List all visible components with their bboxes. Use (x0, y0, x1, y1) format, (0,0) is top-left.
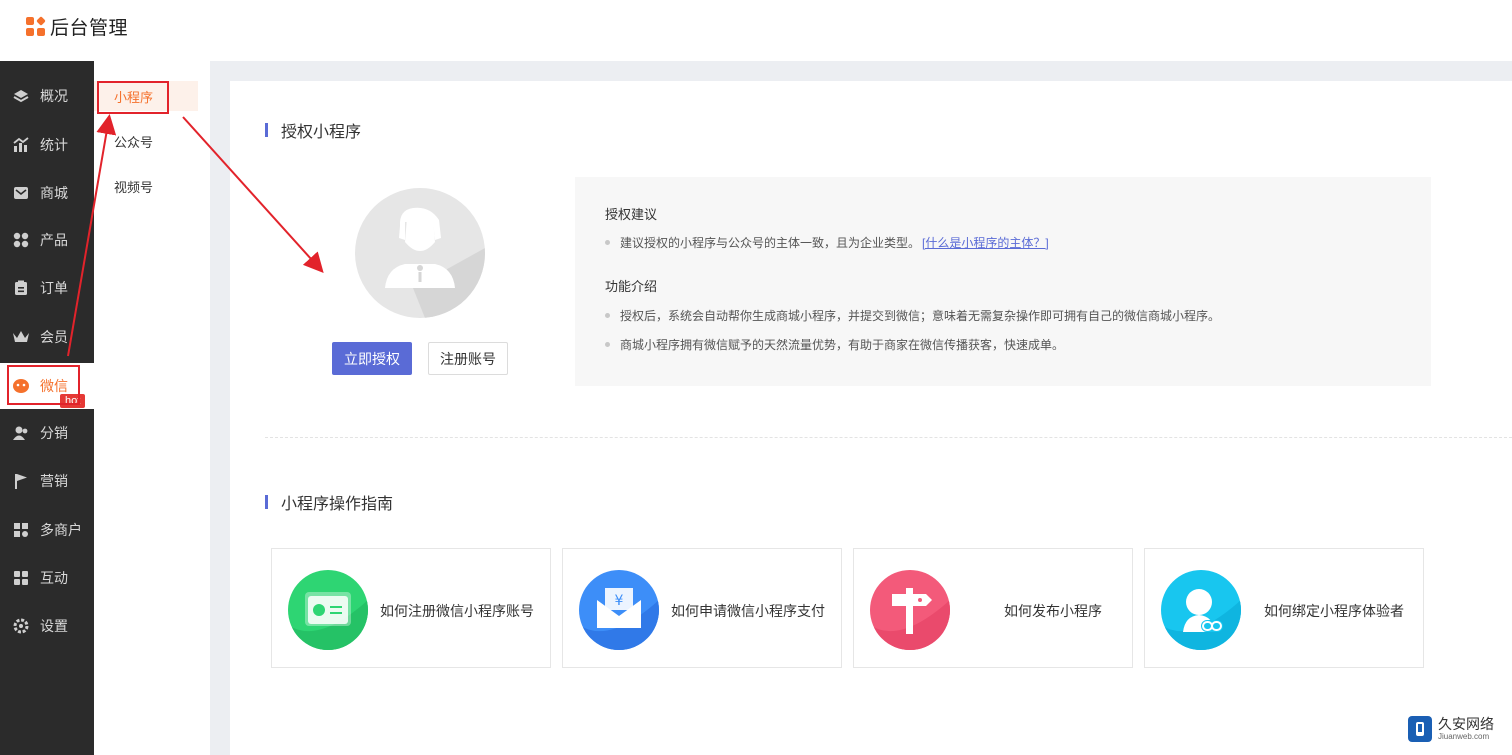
subnav-item-official-account[interactable]: 公众号 (94, 126, 198, 156)
avatar-placeholder (355, 188, 485, 318)
app-title: 后台管理 (50, 18, 129, 39)
guide-card-payment[interactable]: ¥ 如何申请微信小程序支付 (562, 548, 842, 668)
sidebar-item-members[interactable]: 会员 (0, 314, 94, 360)
sidebar-item-label: 商城 (40, 185, 68, 201)
sidebar-item-marketing[interactable]: 营销 (0, 458, 94, 504)
main-panel: 授权小程序 立即授权 注册账号 授权建议 建议授权的小程序与公众号的主体一致，且… (230, 81, 1512, 755)
guide-card-label: 如何申请微信小程序支付 (671, 603, 825, 619)
signpost-icon (870, 570, 950, 650)
feature-item: 授权后，系统会自动帮你生成商城小程序，并提交到微信；意味着无需复杂操作即可拥有自… (605, 307, 1220, 324)
sidebar-item-label: 营销 (40, 473, 68, 489)
users-icon (12, 424, 30, 442)
sidebar-item-label: 设置 (40, 618, 68, 634)
sidebar-item-overview[interactable]: 概况 (0, 73, 94, 119)
sidebar-item-distribution[interactable]: 分销 (0, 410, 94, 456)
guide-card-publish[interactable]: 如何发布小程序 (853, 548, 1133, 668)
watermark: 久安网络 Jiuanweb.com (1408, 716, 1494, 742)
section-title-guide: 小程序操作指南 (265, 490, 393, 514)
clipboard-icon (12, 279, 30, 297)
sidebar-item-label: 会员 (40, 329, 68, 345)
register-card-icon (288, 570, 368, 650)
watermark-logo-icon (1408, 716, 1432, 742)
feature-title: 功能介绍 (605, 279, 658, 294)
interact-icon (12, 569, 30, 587)
sidebar-item-orders[interactable]: 订单 (0, 265, 94, 311)
feature-item: 商城小程序拥有微信赋予的天然流量优势，有助于商家在微信传播获客，快速成单。 (605, 336, 1064, 353)
guide-card-label: 如何注册微信小程序账号 (380, 603, 534, 619)
info-box: 授权建议 建议授权的小程序与公众号的主体一致，且为企业类型。 [什么是小程序的主… (575, 177, 1431, 386)
guide-card-label: 如何绑定小程序体验者 (1264, 603, 1404, 619)
sidebar-item-label: 分销 (40, 425, 68, 441)
sidebar-item-products[interactable]: 产品 (0, 217, 94, 263)
sidebar-item-stats[interactable]: 统计 (0, 122, 94, 168)
sidebar-item-label: 互动 (40, 570, 68, 586)
sidebar: 概况 统计 商城 产品 订单 会员 微信 分销 营销 多商户 互动 设置 (0, 61, 94, 755)
chart-icon (12, 136, 30, 154)
suggest-text: 建议授权的小程序与公众号的主体一致，且为企业类型。 (620, 236, 921, 250)
crown-icon (12, 328, 30, 346)
section-title-authorize: 授权小程序 (265, 118, 361, 142)
gear-icon (12, 617, 30, 635)
top-bar: 后台管理 (0, 0, 1512, 61)
guide-card-tester[interactable]: 如何绑定小程序体验者 (1144, 548, 1424, 668)
suggest-title: 授权建议 (605, 207, 658, 222)
watermark-title: 久安网络 (1438, 716, 1494, 732)
person-silhouette-icon (385, 207, 485, 318)
guide-card-register[interactable]: 如何注册微信小程序账号 (271, 548, 551, 668)
payment-envelope-icon: ¥ (579, 570, 659, 650)
sidebar-item-settings[interactable]: 设置 (0, 603, 94, 649)
grid-icon (12, 231, 30, 249)
highlight-box-wechat (7, 365, 80, 405)
flag-icon (12, 472, 30, 490)
what-is-subject-link[interactable]: [什么是小程序的主体？] (922, 234, 1049, 251)
sidebar-item-label: 多商户 (40, 522, 82, 538)
svg-text:¥: ¥ (615, 593, 624, 609)
logo-icon (26, 15, 46, 37)
highlight-box-miniprogram (97, 81, 169, 114)
layers-icon (12, 87, 30, 105)
sidebar-item-multi-merchant[interactable]: 多商户 (0, 507, 94, 553)
sidebar-item-interaction[interactable]: 互动 (0, 555, 94, 601)
divider (265, 437, 1512, 438)
authorize-button[interactable]: 立即授权 (332, 342, 412, 375)
store-icon (12, 521, 30, 539)
suggest-item: 建议授权的小程序与公众号的主体一致，且为企业类型。 [什么是小程序的主体？] (605, 234, 1049, 251)
register-account-button[interactable]: 注册账号 (428, 342, 508, 375)
user-link-icon (1161, 570, 1241, 650)
sidebar-item-label: 产品 (40, 232, 68, 248)
sub-navigation: 小程序 公众号 视频号 (94, 61, 210, 755)
subnav-item-video-channel[interactable]: 视频号 (94, 171, 198, 201)
sidebar-item-mall[interactable]: 商城 (0, 170, 94, 216)
sidebar-item-label: 统计 (40, 137, 68, 153)
sidebar-item-label: 订单 (40, 280, 68, 296)
watermark-subtitle: Jiuanweb.com (1438, 732, 1490, 741)
sidebar-item-label: 概况 (40, 88, 68, 104)
mail-icon (12, 184, 30, 202)
app-logo[interactable]: 后台管理 (26, 13, 128, 40)
guide-card-label: 如何发布小程序 (1004, 603, 1102, 619)
